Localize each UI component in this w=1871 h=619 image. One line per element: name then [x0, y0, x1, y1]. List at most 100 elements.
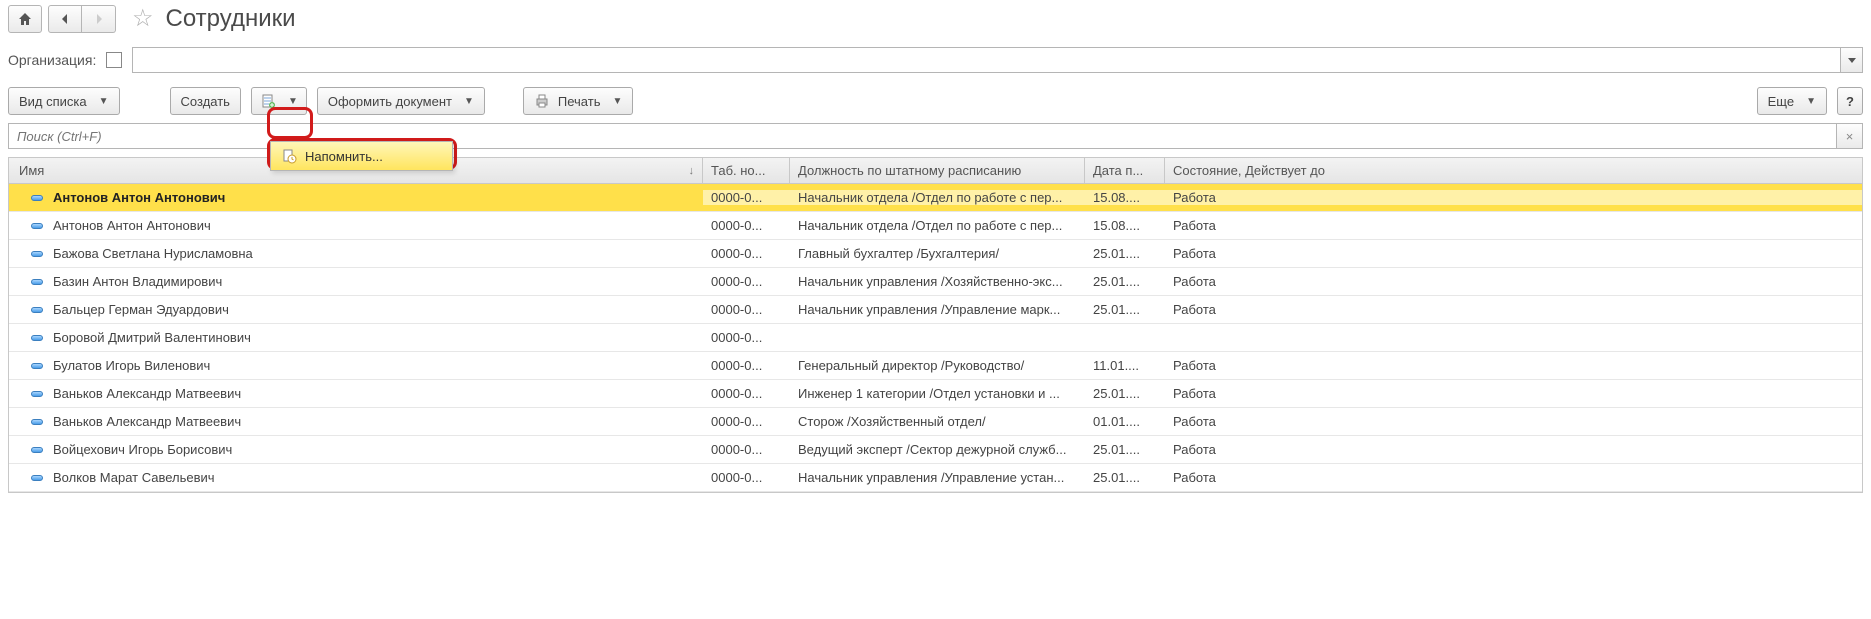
org-filter-checkbox[interactable] [106, 52, 122, 68]
column-header-state[interactable]: Состояние, Действует до [1165, 158, 1862, 183]
print-label: Печать [558, 94, 601, 109]
table-row[interactable]: Булатов Игорь Виленович0000-0...Генераль… [9, 352, 1862, 380]
create-button[interactable]: Создать [170, 87, 241, 115]
cell-state: Работа [1165, 246, 1862, 261]
help-label: ? [1846, 94, 1854, 109]
favorite-star-icon[interactable]: ☆ [132, 4, 154, 33]
cell-name: Войцехович Игорь Борисович [9, 442, 703, 457]
employee-badge-icon [31, 223, 43, 229]
cell-state: Работа [1165, 190, 1862, 205]
table-row[interactable]: Базин Антон Владимирович0000-0...Начальн… [9, 268, 1862, 296]
cell-name-text: Войцехович Игорь Борисович [53, 442, 232, 457]
employee-badge-icon [31, 307, 43, 313]
help-button[interactable]: ? [1837, 87, 1863, 115]
chevron-down-icon [1847, 55, 1857, 65]
cell-name: Ваньков Александр Матвеевич [9, 414, 703, 429]
employee-badge-icon [31, 195, 43, 201]
cell-name-text: Волков Марат Савельевич [53, 470, 215, 485]
cell-date: 15.08.... [1085, 218, 1165, 233]
table-row[interactable]: Антонов Антон Антонович0000-0...Начальни… [9, 184, 1862, 212]
cell-tabno: 0000-0... [703, 246, 790, 261]
home-icon [17, 11, 33, 27]
org-select-dropdown-button[interactable] [1840, 48, 1862, 72]
chevron-down-icon: ▼ [612, 96, 622, 107]
org-select[interactable] [132, 47, 1863, 73]
remind-menu-item[interactable]: Напомнить... [271, 142, 452, 170]
cell-tabno: 0000-0... [703, 414, 790, 429]
print-button[interactable]: Печать ▼ [523, 87, 634, 115]
employee-badge-icon [31, 251, 43, 257]
table-row[interactable]: Боровой Дмитрий Валентинович0000-0... [9, 324, 1862, 352]
column-header-position[interactable]: Должность по штатному расписанию [790, 158, 1085, 183]
cell-state: Работа [1165, 218, 1862, 233]
make-document-button[interactable]: Оформить документ ▼ [317, 87, 485, 115]
cell-tabno: 0000-0... [703, 470, 790, 485]
cell-name-text: Антонов Антон Антонович [53, 190, 225, 205]
column-header-tabno[interactable]: Таб. но... [703, 158, 790, 183]
make-document-label: Оформить документ [328, 94, 452, 109]
actions-dropdown-menu: Напомнить... [270, 141, 453, 171]
cell-position: Начальник отдела /Отдел по работе с пер.… [790, 218, 1085, 233]
org-select-input[interactable] [133, 48, 1840, 72]
cell-tabno: 0000-0... [703, 386, 790, 401]
cell-date: 01.01.... [1085, 414, 1165, 429]
cell-name: Волков Марат Савельевич [9, 470, 703, 485]
cell-date: 25.01.... [1085, 386, 1165, 401]
table-row[interactable]: Волков Марат Савельевич 0000-0...Начальни… [9, 464, 1862, 492]
view-list-button[interactable]: Вид списка ▼ [8, 87, 120, 115]
cell-state: Работа [1165, 274, 1862, 289]
cell-name-text: Базин Антон Владимирович [53, 274, 222, 289]
cell-name-text: Ваньков Александр Матвеевич [53, 386, 241, 401]
cell-state: Работа [1165, 470, 1862, 485]
cell-position: Главный бухгалтер /Бухгалтерия/ [790, 246, 1085, 261]
cell-position: Ведущий эксперт /Сектор дежурной служб..… [790, 442, 1085, 457]
cell-position: Начальник управления /Хозяйственно-экс..… [790, 274, 1085, 289]
remind-menu-label: Напомнить... [305, 149, 383, 164]
table-row[interactable]: Войцехович Игорь Борисович 0000-0...Ведущ… [9, 436, 1862, 464]
back-button[interactable] [48, 5, 82, 33]
more-button[interactable]: Еще ▼ [1757, 87, 1827, 115]
page-clock-icon [281, 148, 297, 164]
employee-badge-icon [31, 419, 43, 425]
employee-badge-icon [31, 335, 43, 341]
cell-date: 11.01.... [1085, 358, 1165, 373]
arrow-left-icon [57, 11, 73, 27]
cell-name: Антонов Антон Антонович [9, 190, 703, 205]
cell-name-text: Булатов Игорь Виленович [53, 358, 210, 373]
cell-position: Начальник управления /Управление устан..… [790, 470, 1085, 485]
printer-icon [534, 93, 550, 109]
cell-name-text: Бажова Светлана Нурисламовна [53, 246, 253, 261]
cell-name: Ваньков Александр Матвеевич [9, 386, 703, 401]
cell-state: Работа [1165, 414, 1862, 429]
cell-tabno: 0000-0... [703, 302, 790, 317]
cell-name: Боровой Дмитрий Валентинович [9, 330, 703, 345]
column-header-date[interactable]: Дата п... [1085, 158, 1165, 183]
table-row[interactable]: Ваньков Александр Матвеевич0000-0...Инже… [9, 380, 1862, 408]
org-filter-label: Организация: [8, 52, 96, 68]
cell-position: Генеральный директор /Руководство/ [790, 358, 1085, 373]
actions-dropdown-button[interactable]: ▼ [251, 87, 307, 115]
view-list-label: Вид списка [19, 94, 87, 109]
table-row[interactable]: Бальцер Герман Эдуардович0000-0...Началь… [9, 296, 1862, 324]
employee-badge-icon [31, 475, 43, 481]
search-clear-button[interactable]: × [1836, 124, 1862, 148]
cell-state: Работа [1165, 386, 1862, 401]
chevron-down-icon: ▼ [464, 96, 474, 107]
home-button[interactable] [8, 5, 42, 33]
table-row[interactable]: Бажова Светлана Нурисламовна 0000-0...Гла… [9, 240, 1862, 268]
cell-date: 25.01.... [1085, 442, 1165, 457]
table-row[interactable]: Антонов Антон Антонович0000-0...Начальни… [9, 212, 1862, 240]
sort-asc-icon: ↓ [689, 165, 695, 177]
cell-tabno: 0000-0... [703, 330, 790, 345]
chevron-down-icon: ▼ [99, 96, 109, 107]
cell-date: 15.08.... [1085, 190, 1165, 205]
create-label: Создать [181, 94, 230, 109]
employee-badge-icon [31, 391, 43, 397]
cell-date: 25.01.... [1085, 470, 1165, 485]
cell-state: Работа [1165, 358, 1862, 373]
close-icon: × [1846, 129, 1854, 144]
cell-tabno: 0000-0... [703, 442, 790, 457]
table-row[interactable]: Ваньков Александр Матвеевич0000-0...Стор… [9, 408, 1862, 436]
cell-name-text: Антонов Антон Антонович [53, 218, 211, 233]
cell-tabno: 0000-0... [703, 190, 790, 205]
